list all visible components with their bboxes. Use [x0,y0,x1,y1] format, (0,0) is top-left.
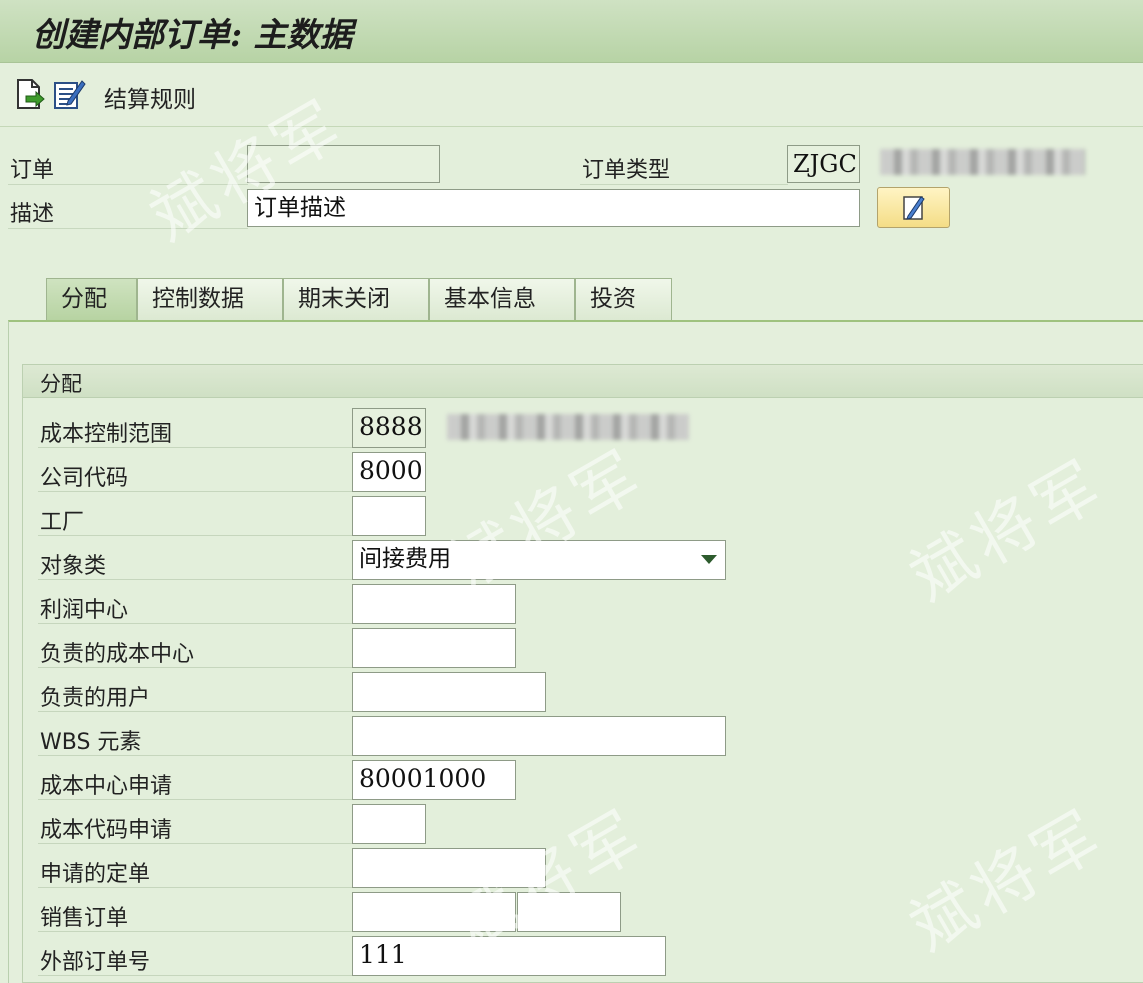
requesting-cost-center-underline [38,799,352,800]
sales-order-label: 销售订单 [40,906,129,931]
description-underline [8,228,248,229]
profit-center-underline [38,623,352,624]
requesting-cost-center-label: 成本中心申请 [40,774,173,799]
responsible-cost-center-field[interactable] [352,628,516,668]
responsible-user-label: 负责的用户 [40,686,151,711]
wbs-element-field[interactable] [352,716,726,756]
company-code-label: 公司代码 [40,466,129,491]
assignment-group-header [23,365,1143,398]
requesting-company-code-field[interactable] [352,804,426,844]
requesting-cost-center-field[interactable]: 80001000 [352,760,516,800]
responsible-cost-center-underline [38,667,352,668]
controlling-area-description-redacted [447,414,689,440]
edit-document-icon [903,196,925,220]
plant-label: 工厂 [40,510,85,535]
profit-center-label: 利润中心 [40,598,129,623]
external-order-no-label: 外部订单号 [40,950,151,975]
requesting-order-underline [38,887,352,888]
requesting-company-code-label: 成本代码申请 [40,818,173,843]
assignment-group [22,364,1143,983]
tab-period-end-closing[interactable]: 期末关闭 [283,278,429,320]
requesting-company-code-underline [38,843,352,844]
company-code-field[interactable]: 8000 [352,452,426,492]
application-toolbar: 结算规则 [0,63,1143,127]
order-type-label: 订单类型 [582,158,671,183]
order-underline [8,184,248,185]
plant-underline [38,535,352,536]
sales-order-item-field[interactable] [517,892,621,932]
order-type-field[interactable]: ZJGC [787,145,860,183]
description-label: 描述 [10,202,55,227]
chevron-down-icon[interactable] [701,555,717,564]
edit-list-icon[interactable] [52,77,86,111]
create-document-icon[interactable] [12,77,46,111]
profit-center-field[interactable] [352,584,516,624]
tab-general-data[interactable]: 基本信息 [429,278,575,320]
responsible-user-field[interactable] [352,672,546,712]
requesting-order-label: 申请的定单 [40,862,151,887]
requesting-order-field[interactable] [352,848,546,888]
tab-control-data[interactable]: 控制数据 [137,278,283,320]
responsible-user-underline [38,711,352,712]
order-field[interactable] [247,145,440,183]
object-class-label: 对象类 [40,554,107,579]
responsible-cost-center-label: 负责的成本中心 [40,642,195,667]
object-class-dropdown[interactable]: 间接费用 [352,540,726,580]
plant-field[interactable] [352,496,426,536]
object-class-underline [38,579,352,580]
long-text-edit-button[interactable] [877,187,950,228]
assignment-group-title: 分配 [40,372,82,396]
sales-order-underline [38,931,352,932]
sales-order-field[interactable] [352,892,516,932]
window-title: 创建内部订单: 主数据 [32,15,353,54]
wbs-element-label: WBS 元素 [40,730,142,755]
company-code-underline [38,491,352,492]
description-field[interactable]: 订单描述 [247,189,860,227]
external-order-no-field[interactable]: 111 [352,936,666,976]
title-bar: 创建内部订单: 主数据 [0,0,1143,63]
order-type-underline [580,184,788,185]
object-class-value: 间接费用 [359,546,451,572]
tab-assignment[interactable]: 分配 [46,278,137,320]
external-order-no-underline [38,975,352,976]
order-label: 订单 [10,158,55,183]
wbs-element-underline [38,755,352,756]
tab-investments[interactable]: 投资 [575,278,672,320]
controlling-area-underline [38,447,352,448]
settlement-rule-button[interactable]: 结算规则 [104,80,196,114]
order-type-description-redacted [880,149,1085,175]
controlling-area-field[interactable]: 8888 [352,408,426,448]
controlling-area-label: 成本控制范围 [40,422,173,447]
